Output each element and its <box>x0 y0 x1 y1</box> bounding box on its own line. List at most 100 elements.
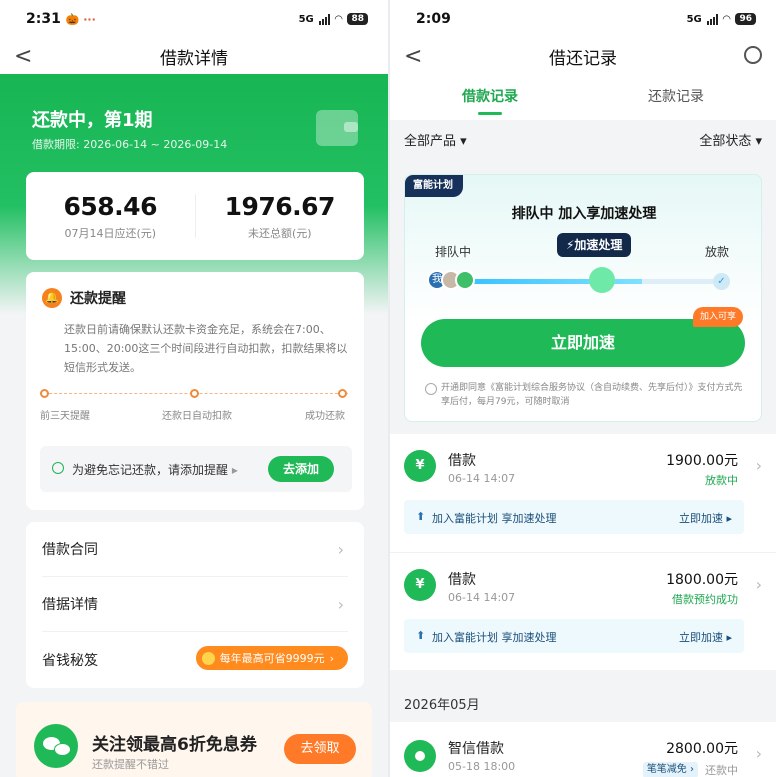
loan-amount: 1900.00元 <box>666 453 738 469</box>
loan-name: 借款 <box>448 453 476 469</box>
loan-date: 06-14 14:07 <box>448 472 516 485</box>
tab-loan-records[interactable]: 借款记录 <box>462 86 518 106</box>
menu-item-saving-tips[interactable]: 省钱秘笈 每年最高可省9999元 › <box>42 632 348 687</box>
payout-label: 放款 <box>705 245 730 259</box>
product-filter[interactable]: 全部产品 ▾ <box>404 130 467 149</box>
loan-status: 放款中 <box>705 474 738 487</box>
zhixin-icon <box>404 740 436 772</box>
signal-label: 5G <box>298 13 314 25</box>
back-button[interactable]: < <box>404 44 422 69</box>
nav-bar: < 借款详情 <box>0 38 388 74</box>
battery-icon: 88 <box>347 13 368 25</box>
saving-pill[interactable]: 每年最高可省9999元 › <box>195 646 348 670</box>
loan-detail-screen: 2:31 🎃 ··· 5G ◠ 88 < 借款详情 还款中，第1期 借款期限: … <box>0 0 388 777</box>
timeline-step-1: 前三天提醒 <box>40 411 90 422</box>
status-bar: 2:09 5G ◠ 96 <box>390 0 776 38</box>
signal-icon <box>706 13 718 25</box>
timeline-dot <box>190 389 199 398</box>
loan-records-screen: 2:09 5G ◠ 96 < 借还记录 借款记录 还款记录 全部产品 ▾ 全部状… <box>390 0 776 777</box>
nav-bar: < 借还记录 <box>390 38 776 74</box>
menu-item-iou-details[interactable]: 借据详情 › <box>42 577 348 632</box>
chevron-right-icon: › <box>755 456 762 475</box>
tab-bar: 借款记录 还款记录 <box>390 78 776 115</box>
clock-icon <box>52 462 64 474</box>
menu-item-label: 借款合同 <box>42 542 98 558</box>
coin-icon <box>201 651 215 665</box>
loan-name: 借款 <box>448 572 476 588</box>
bell-icon: 🔔 <box>42 288 62 308</box>
detail-menu: 借款合同 › 借据详情 › 省钱秘笈 每年最高可省9999元 › <box>26 522 364 688</box>
loan-amount: 1800.00元 <box>666 572 738 588</box>
headset-icon[interactable] <box>744 46 762 64</box>
loan-date: 05-18 18:00 <box>448 760 516 773</box>
add-reminder-text: 为避免忘记还款，请添加提醒 ▸ <box>72 463 238 477</box>
agreement-checkbox[interactable]: 开通即同意《富能计划综合服务协议（含自动续费、先享后付）》支付方式先享后付，每月… <box>425 381 745 409</box>
clock: 2:31 <box>26 11 61 27</box>
plan-title: 排队中 加入享加速处理 <box>511 206 657 222</box>
queue-label: 排队中 <box>435 245 472 259</box>
page-title: 借款详情 <box>160 48 228 69</box>
wechat-promo-card: 关注领最高6折免息券 还款提醒不错过 去领取 <box>16 702 372 777</box>
battery-icon: 96 <box>735 13 756 25</box>
chevron-right-icon: › <box>337 539 344 559</box>
speedup-banner[interactable]: ⬆ 加入富能计划 享加速处理 立即加速 ▸ <box>404 619 744 653</box>
status-filter[interactable]: 全部状态 ▾ <box>699 130 762 149</box>
yen-icon: ¥ <box>404 450 436 482</box>
list-item[interactable]: 智信借款 05-18 18:00 2800.00元 笔笔减免 › 还款中 › <box>390 722 776 777</box>
status-bar: 2:31 🎃 ··· 5G ◠ 88 <box>0 0 388 38</box>
promo-subtitle: 还款提醒不错过 <box>92 758 169 771</box>
due-amount-value: 658.46 <box>63 191 158 221</box>
speedup-banner-text: 加入富能计划 享加速处理 <box>432 631 557 644</box>
outstanding-amount-label: 未还总额(元) <box>247 226 312 240</box>
signal-label: 5G <box>686 13 702 25</box>
chevron-right-icon: › <box>755 575 762 594</box>
speedup-banner-action[interactable]: 立即加速 ▸ <box>679 629 732 645</box>
queue-avatars: 我 <box>427 270 475 290</box>
speedup-plan-card: 富能计划 排队中 加入享加速处理 排队中 ⚡加速处理 放款 我 ✓ 立即加速 加… <box>404 174 762 422</box>
wifi-icon: ◠ <box>722 13 731 25</box>
loan-list: ¥ 借款 06-14 14:07 1900.00元 放款中 › ⬆ 加入富能计划… <box>390 434 776 670</box>
filter-bar: 全部产品 ▾ 全部状态 ▾ <box>390 120 776 156</box>
speed-label: ⚡加速处理 <box>557 233 632 257</box>
back-button[interactable]: < <box>14 44 32 69</box>
menu-item-label: 借据详情 <box>42 597 98 613</box>
amount-card: 658.46 07月14日应还(元) 1976.67 未还总额(元) <box>26 172 364 260</box>
timeline-dot <box>338 389 347 398</box>
speedup-banner-action[interactable]: 立即加速 ▸ <box>679 510 732 526</box>
outstanding-amount-value: 1976.67 <box>224 191 336 221</box>
wallet-icon <box>316 110 358 146</box>
list-item[interactable]: ¥ 借款 06-14 14:07 1900.00元 放款中 › ⬆ 加入富能计划… <box>390 434 776 552</box>
tab-repayment-records[interactable]: 还款记录 <box>648 86 704 106</box>
chevron-right-icon: › <box>337 594 344 614</box>
loan-amount: 2800.00元 <box>666 741 738 757</box>
outstanding-amount: 1976.67 未还总额(元) <box>196 192 365 241</box>
due-amount: 658.46 07月14日应还(元) <box>26 192 195 241</box>
wifi-icon: ◠ <box>334 13 343 25</box>
loan-name: 智信借款 <box>448 741 504 757</box>
timeline-step-3: 成功还款 <box>305 411 345 422</box>
menu-item-label: 省钱秘笈 <box>42 652 98 669</box>
rocket-icon <box>589 267 615 293</box>
claim-coupon-button[interactable]: 去领取 <box>284 734 356 764</box>
join-tag: 加入可享 <box>693 307 744 327</box>
add-reminder-button[interactable]: 去添加 <box>268 456 334 482</box>
signal-icon <box>318 13 330 25</box>
month-header: 2026年05月 <box>404 698 480 713</box>
wechat-icon <box>34 724 78 768</box>
loan-period: 借款期限: 2026-06-14 ~ 2026-09-14 <box>32 138 228 151</box>
loan-status: 借款预约成功 <box>672 593 738 606</box>
yen-icon: ¥ <box>404 569 436 601</box>
due-amount-label: 07月14日应还(元) <box>64 226 157 240</box>
speedup-banner[interactable]: ⬆ 加入富能计划 享加速处理 立即加速 ▸ <box>404 500 744 534</box>
discount-tag[interactable]: 笔笔减免 › <box>642 762 698 777</box>
chevron-right-icon: › <box>755 744 762 763</box>
list-item[interactable]: ¥ 借款 06-14 14:07 1800.00元 借款预约成功 › ⬆ 加入富… <box>390 552 776 670</box>
menu-item-contract[interactable]: 借款合同 › <box>42 522 348 577</box>
add-reminder-tip: 为避免忘记还款，请添加提醒 ▸ 去添加 <box>40 446 352 492</box>
screenshot-frame: 2:31 🎃 ··· 5G ◠ 88 < 借款详情 还款中，第1期 借款期限: … <box>0 0 776 777</box>
speedup-banner-text: 加入富能计划 享加速处理 <box>432 512 557 525</box>
repayment-status: 还款中，第1期 <box>32 110 153 131</box>
page-title: 借还记录 <box>549 48 617 69</box>
avatar <box>455 270 475 290</box>
loan-status: 还款中 <box>705 764 738 777</box>
